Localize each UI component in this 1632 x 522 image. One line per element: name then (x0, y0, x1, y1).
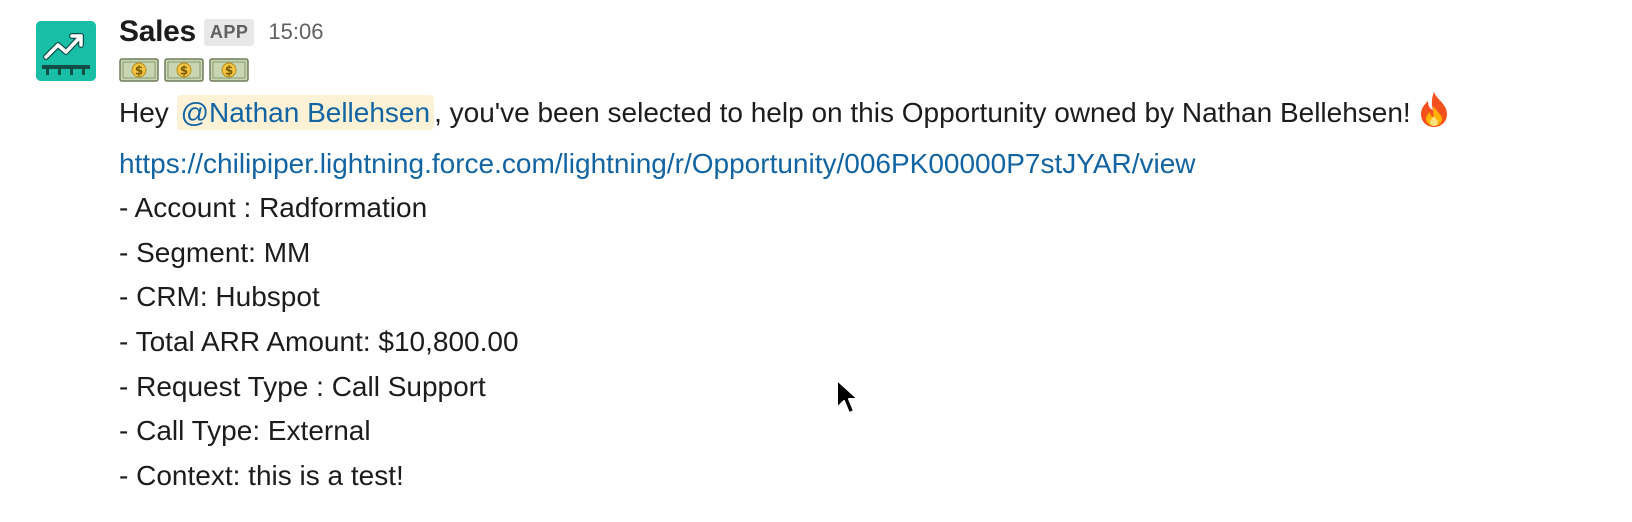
user-mention[interactable]: @Nathan Bellehsen (176, 95, 435, 130)
message-body: Hey @Nathan Bellehsen, you've been selec… (119, 90, 1592, 498)
dollar-banknote-icon: $ (119, 58, 159, 82)
sender-name[interactable]: Sales (119, 15, 196, 49)
dollar-banknote-icon: $ (209, 58, 249, 82)
opportunity-link-line: https://chilipiper.lightning.force.com/l… (119, 142, 1592, 187)
svg-text:$: $ (180, 64, 188, 78)
message-header: Sales APP 15:06 (119, 12, 1592, 52)
mouse-pointer-icon (835, 378, 861, 421)
chat-message: Sales APP 15:06 $ $ $ Hey @Nathan Belleh… (0, 0, 1632, 522)
greeting-prefix: Hey (119, 97, 177, 128)
detail-segment: - Segment: MM (119, 236, 311, 268)
opportunity-link[interactable]: https://chilipiper.lightning.force.com/l… (119, 148, 1196, 179)
fire-icon (1417, 90, 1451, 142)
message-content: Sales APP 15:06 $ $ $ Hey @Nathan Belleh… (119, 12, 1592, 498)
detail-context: - Context: this is a test! (119, 459, 404, 491)
svg-text:$: $ (225, 64, 233, 78)
app-badge: APP (203, 18, 255, 46)
detail-account: - Account : Radformation (119, 192, 428, 224)
svg-text:$: $ (135, 64, 143, 78)
detail-total-arr: - Total ARR Amount: $10,800.00 (119, 325, 519, 357)
message-timestamp[interactable]: 15:06 (268, 19, 323, 45)
detail-crm: - CRM: Hubspot (119, 281, 320, 313)
dollar-banknote-icon: $ (164, 58, 204, 82)
sales-app-avatar-icon[interactable] (36, 21, 96, 81)
greeting-line: Hey @Nathan Bellehsen, you've been selec… (119, 90, 1592, 142)
greeting-suffix: , you've been selected to help on this O… (434, 97, 1411, 128)
money-emoji-row: $ $ $ (119, 53, 1592, 87)
